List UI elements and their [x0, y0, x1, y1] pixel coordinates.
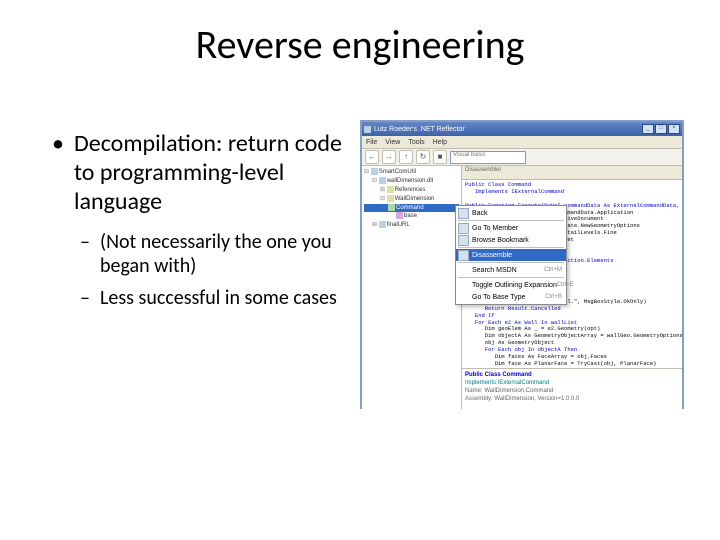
bullet-decompilation: Decompilation: return code to programmin… — [52, 130, 342, 216]
tree-node[interactable]: ⊟ SmartComUtil — [364, 168, 459, 177]
window-titlebar[interactable]: Lutz Roeder's .NET Reflector _ □ × — [362, 122, 682, 136]
maximize-button[interactable]: □ — [655, 124, 667, 134]
ctx-separator — [458, 277, 564, 278]
tree-node[interactable]: ⊞ finalURL — [364, 221, 459, 230]
info-name: Name: WallDimension.Command — [465, 387, 679, 395]
back-button[interactable]: ← — [365, 150, 379, 164]
app-icon — [364, 126, 371, 133]
menu-bar[interactable]: File View Tools Help — [362, 136, 682, 149]
menu-tools[interactable]: Tools — [408, 139, 424, 146]
ctx-toggle-outline[interactable]: Toggle Outlining ExpansionCtrl+E — [456, 279, 566, 291]
tree-node[interactable]: ⊟ wallDimension.dll — [364, 177, 459, 186]
disassemble-icon — [458, 250, 469, 261]
info-assembly: Assembly: WallDimension, Version=1.0.0.0 — [465, 395, 679, 403]
tree-node[interactable]: base — [364, 212, 459, 221]
code-pane-header: Disassembler — [462, 166, 682, 180]
subbullet-not-necessarily: (Not necessarily the one you began with) — [52, 230, 342, 278]
ctx-bookmark[interactable]: Browse Bookmark — [456, 234, 566, 246]
slide-title: Reverse engineering — [0, 20, 720, 69]
window-title-text: Lutz Roeder's .NET Reflector — [374, 126, 465, 133]
ctx-disassemble[interactable]: Disassemble — [456, 249, 566, 261]
window-title: Lutz Roeder's .NET Reflector — [364, 126, 465, 133]
context-menu[interactable]: Back Go To Member Browse Bookmark Disass… — [455, 205, 567, 305]
toolbar: ← → ↑ ↻ ■ Visual Basic — [362, 149, 682, 166]
goto-icon — [458, 223, 469, 234]
tree-node[interactable]: ⊞ References — [364, 186, 459, 195]
stop-button[interactable]: ■ — [433, 150, 447, 164]
bookmark-icon — [458, 235, 469, 246]
ctx-separator — [458, 262, 564, 263]
menu-file[interactable]: File — [366, 139, 377, 146]
minimize-button[interactable]: _ — [642, 124, 654, 134]
up-button[interactable]: ↑ — [399, 150, 413, 164]
slide-body: Decompilation: return code to programmin… — [52, 130, 342, 318]
tree-node-selected[interactable]: Command — [364, 204, 459, 213]
forward-button[interactable]: → — [382, 150, 396, 164]
refresh-button[interactable]: ↻ — [416, 150, 430, 164]
ctx-separator — [458, 247, 564, 248]
menu-view[interactable]: View — [385, 139, 400, 146]
info-pane: Public Class Command Implements IExterna… — [462, 368, 682, 409]
close-button[interactable]: × — [668, 124, 680, 134]
ctx-goto-base[interactable]: Go To Base TypeCtrl+B — [456, 291, 566, 303]
ctx-search-msdn[interactable]: Search MSDNCtrl+M — [456, 264, 566, 276]
info-class: Public Class Command — [465, 371, 679, 379]
ctx-separator — [458, 220, 564, 221]
back-icon — [458, 208, 469, 219]
assembly-tree[interactable]: ⊟ SmartComUtil ⊟ wallDimension.dll ⊞ Ref… — [362, 166, 462, 409]
tree-node[interactable]: ⊟ WallDimension — [364, 195, 459, 204]
subbullet-less-successful: Less successful in some cases — [52, 286, 342, 310]
ctx-back[interactable]: Back — [456, 207, 566, 219]
info-implements: Implements IExternalCommand — [465, 379, 679, 387]
menu-help[interactable]: Help — [433, 139, 447, 146]
ctx-goto-member[interactable]: Go To Member — [456, 222, 566, 234]
language-combo[interactable]: Visual Basic — [450, 151, 526, 164]
